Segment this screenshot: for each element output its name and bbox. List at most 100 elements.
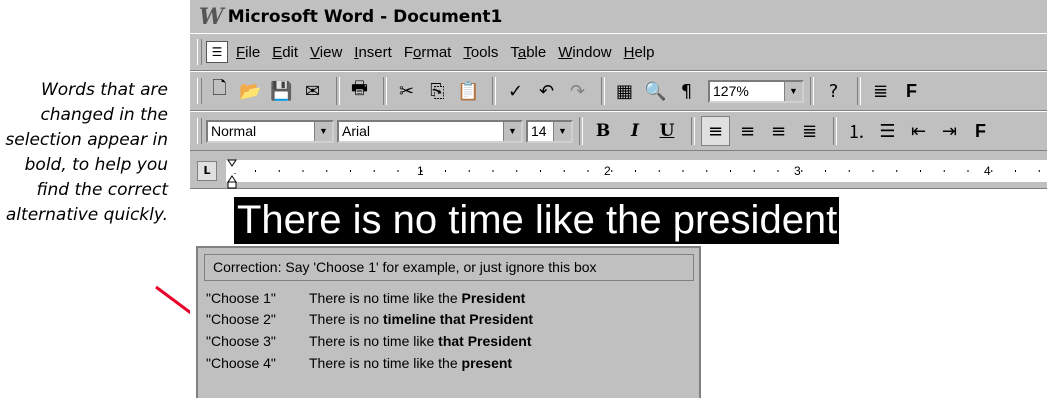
align-right-icon[interactable]: ≡ [765,117,792,145]
spelling-icon[interactable]: ✓ [502,77,529,105]
toolbar-extra[interactable]: F [898,77,925,105]
zoom-select[interactable]: 127% ▼ [708,79,804,103]
ruler-tick [1038,170,1040,172]
selected-document-text[interactable]: There is no time like the president [234,197,840,244]
ruler-tick [373,170,375,172]
word-logo-icon: W [199,3,224,30]
menu-edit[interactable]: Edit [272,44,298,61]
formatting-toolbar: Normal ▼ Arial ▼ 14 ▼ B I U ≡ ≡ ≡ ≣ ⒈ ☰ … [190,111,1047,151]
decrease-indent-icon[interactable]: ⇤ [905,117,932,145]
menu-view[interactable]: View [310,44,342,61]
toolbar-separator [857,77,861,105]
toolbar-grip[interactable] [197,78,202,104]
toolbar-grip[interactable] [197,118,202,144]
ruler-tick [255,170,256,172]
correction-option[interactable]: "Choose 3" There is no time like that Pre… [206,331,532,351]
save-icon[interactable]: 💾 [268,77,295,105]
document-menu-icon[interactable]: ☰ [206,41,228,63]
option-text: There is no time like the [309,355,462,371]
numbering-icon[interactable]: ⒈ [843,117,870,145]
menu-table[interactable]: Table [510,44,546,61]
menubar-grip[interactable] [197,39,202,65]
toolbar-separator [579,117,583,145]
bullets-icon[interactable]: ☰ [874,117,901,145]
bold-button[interactable]: B [589,121,617,141]
italic-button[interactable]: I [621,121,649,141]
menu-tools[interactable]: Tools [463,44,498,61]
table-icon[interactable]: ▦ [611,77,638,105]
help-icon[interactable]: ? [820,77,847,105]
ruler-tick [730,170,731,172]
new-doc-icon[interactable]: 🗋 [206,77,233,105]
justify-icon[interactable]: ≣ [796,117,823,145]
size-select[interactable]: 14 ▼ [526,119,573,143]
correction-option[interactable]: "Choose 2" There is no timeline that Pres… [206,309,533,329]
ruler-tick [825,170,826,172]
correction-option[interactable]: "Choose 1" There is no time like the Pres… [206,288,525,308]
menu-format[interactable]: Format [404,44,452,61]
open-icon[interactable]: 📂 [237,77,264,105]
ruler-tick [706,170,708,172]
menu-insert[interactable]: Insert [354,44,392,61]
title-bar: W Microsoft Word - Document1 [190,0,1047,33]
chevron-down-icon[interactable]: ▼ [314,121,332,141]
option-text: There is no time like the [309,290,462,306]
ruler-tick [848,170,850,172]
toolbar-separator [833,117,837,145]
underline-button[interactable]: U [653,121,681,141]
zoom-value: 127% [713,83,749,99]
option-text: There is no [309,311,383,327]
align-center-icon[interactable]: ≡ [734,117,761,145]
ruler-tick [943,170,945,172]
ruler-mark-1: 1 [417,164,424,178]
option-changed-words: timeline that President [382,311,534,327]
align-left-icon[interactable]: ≡ [701,116,730,146]
increase-indent-icon[interactable]: ⇥ [936,117,963,145]
menu-file[interactable]: File [236,44,260,61]
ruler-tick [563,170,565,172]
ruler-tick [967,170,969,172]
ruler-tick [658,170,660,172]
chevron-down-icon[interactable]: ▼ [553,121,571,141]
standard-toolbar: 🗋 📂 💾 ✉ 🖶 ✂ ⎘ 📋 ✓ ↶ ↷ ▦ 🔍 ¶ 127% ▼ ? ≣ F [190,71,1047,111]
redo-icon[interactable]: ↷ [564,77,591,105]
chevron-down-icon[interactable]: ▼ [503,121,521,141]
ruler-tick [278,170,280,172]
menu-window[interactable]: Window [558,44,611,61]
option-command: "Choose 3" [206,333,276,349]
pilcrow-icon[interactable]: ¶ [673,77,700,105]
ruler-tick [587,170,589,172]
ruler-tick [896,170,898,172]
ruler: L 1 2 3 4 [190,151,1047,189]
ruler-tick [682,170,684,172]
print-icon[interactable]: 🖶 [346,77,373,105]
menu-help[interactable]: Help [624,44,655,61]
option-changed-words: present [461,355,513,371]
font-value: Arial [342,123,371,139]
ruler-tick [777,170,779,172]
ruler-tick [326,170,328,172]
ruler-mark-4: 4 [984,164,991,178]
style-select[interactable]: Normal ▼ [206,119,334,143]
ruler-tick [492,170,494,172]
ruler-tick [872,170,874,172]
chevron-down-icon[interactable]: ▼ [784,81,802,101]
print-preview-icon[interactable]: 🔍 [642,77,669,105]
paste-icon[interactable]: 📋 [455,77,482,105]
ruler-ticks [227,159,1040,189]
correction-option[interactable]: "Choose 4" There is no time like the pres… [206,353,512,373]
option-command: "Choose 1" [206,290,276,306]
toolbar-separator [691,117,695,145]
cut-icon[interactable]: ✂ [393,77,420,105]
toolbar-separator [601,77,605,105]
option-command: "Choose 2" [206,311,276,327]
undo-icon[interactable]: ↶ [533,77,560,105]
columns-icon[interactable]: ≣ [867,77,894,105]
font-select[interactable]: Arial ▼ [337,119,523,143]
toolbar-extra[interactable]: F [967,117,994,145]
copy-icon[interactable]: ⎘ [424,77,451,105]
ruler-tick [350,170,351,172]
toolbar-separator [492,77,496,105]
email-icon[interactable]: ✉ [299,77,326,105]
ruler-tick [920,170,921,172]
